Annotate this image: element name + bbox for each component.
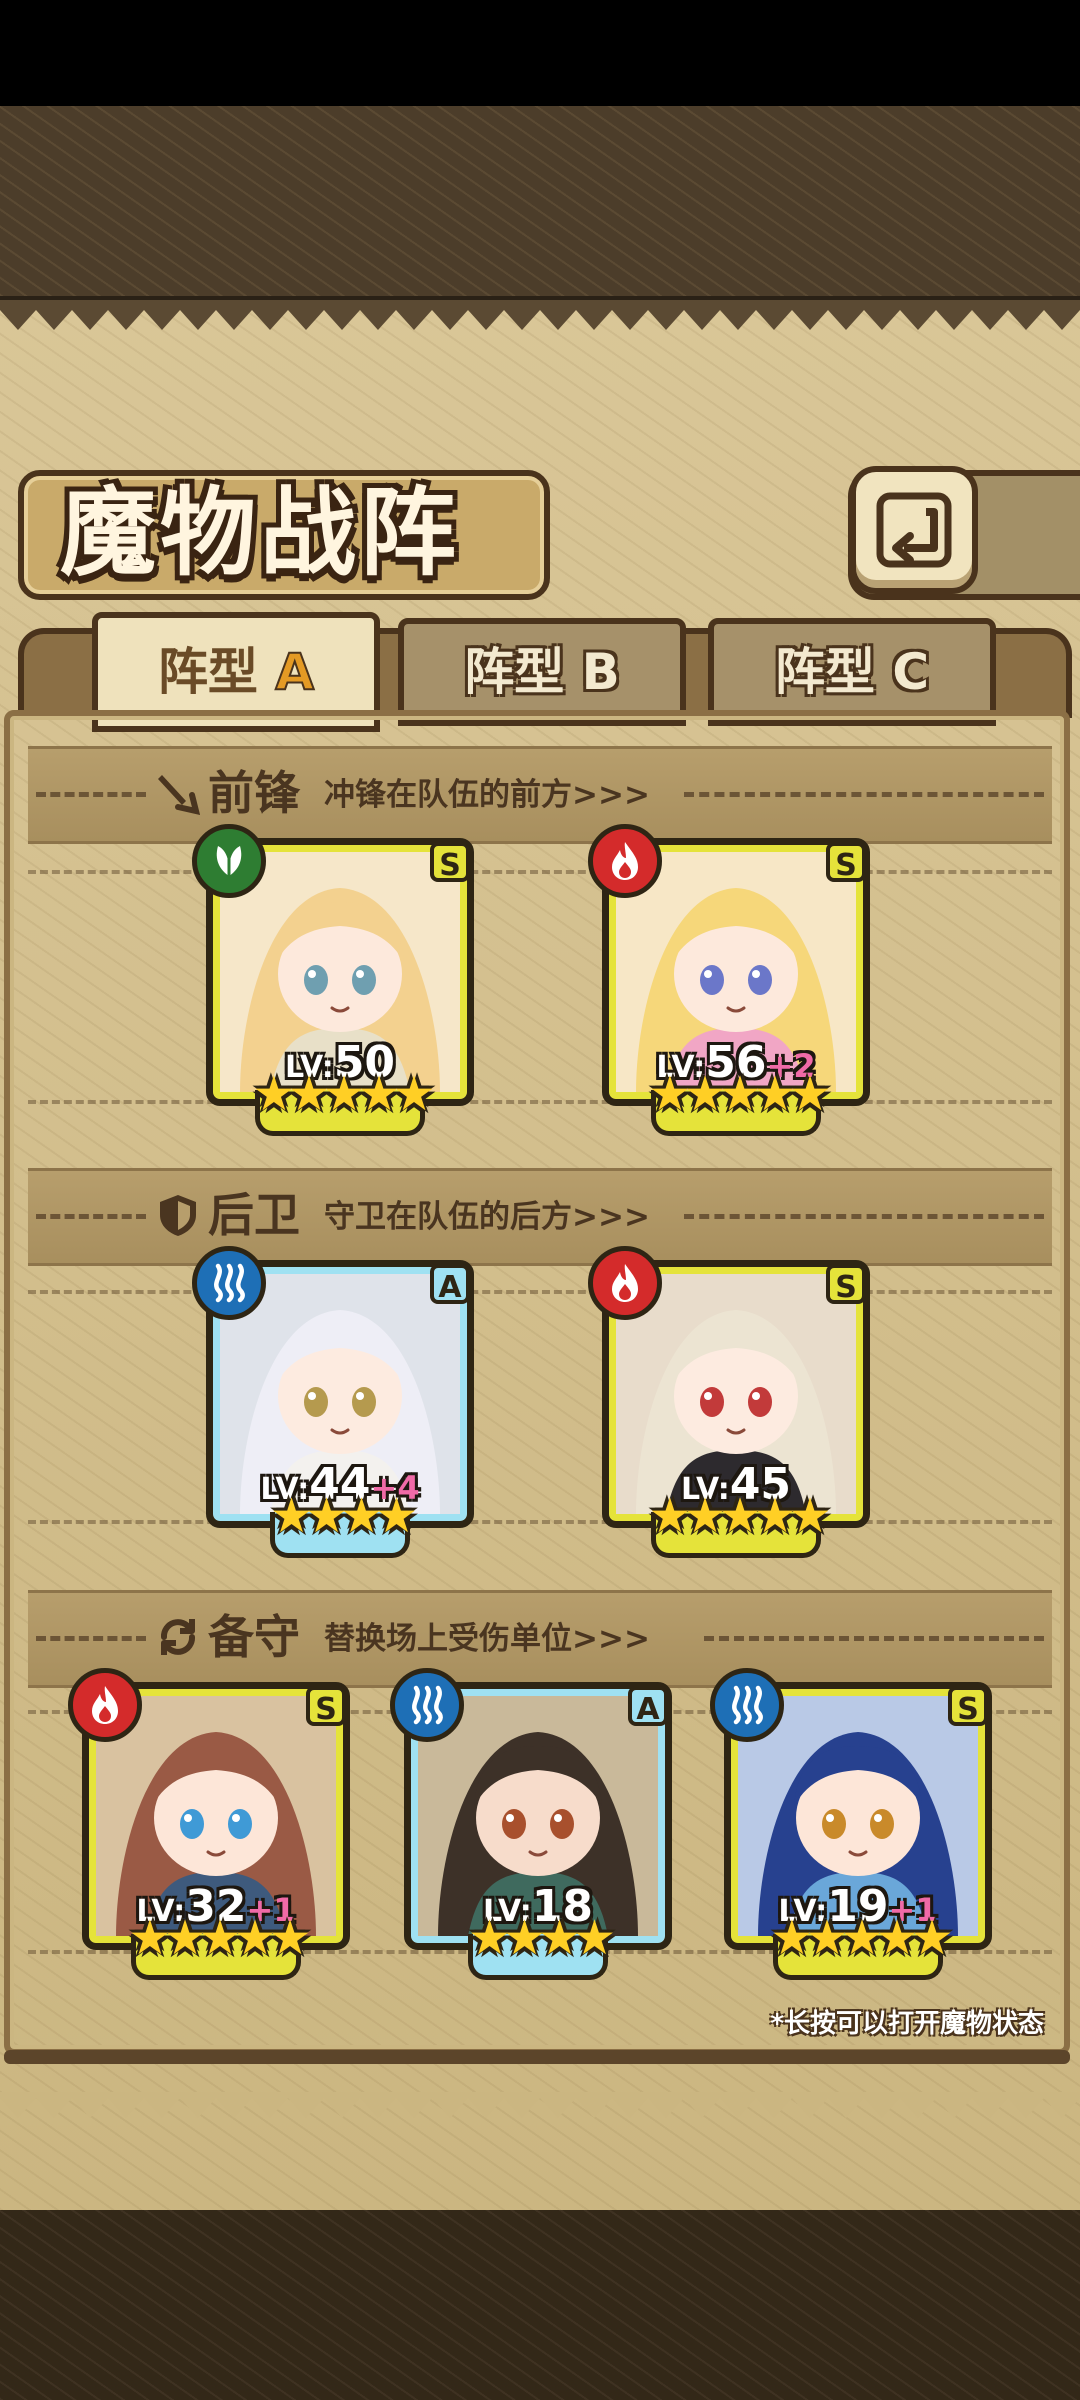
section-reserve-name: 备守 <box>208 1610 300 1664</box>
monster-card-reserve-2[interactable]: A LV:18 ★★★★ <box>390 1668 672 1980</box>
nature-element-icon <box>192 824 266 898</box>
section-front-name: 前锋 <box>208 766 300 820</box>
star-rating: ★★★★★ <box>770 1910 953 1966</box>
rank-badge: S <box>826 842 866 883</box>
rank-badge: S <box>306 1686 346 1727</box>
section-rear-desc: 守卫在队伍的后方>>> <box>324 1199 650 1235</box>
section-front-header: 前锋 冲锋在队伍的前方>>> <box>28 746 1052 844</box>
tab-label: 阵型 <box>464 643 565 701</box>
status-bar <box>0 0 1080 106</box>
rank-badge: S <box>948 1686 988 1727</box>
monster-card-reserve-1[interactable]: S LV:32+1 ★★★★★ <box>68 1668 350 1980</box>
rank-badge: S <box>430 842 470 883</box>
section-reserve-header: 备守 替换场上受伤单位>>> <box>28 1590 1052 1688</box>
star-rating: ★★★★ <box>269 1488 418 1544</box>
panel-bottom-edge <box>0 2092 1080 2118</box>
tab-letter: A <box>274 642 315 702</box>
shield-icon <box>160 1195 196 1236</box>
rank-badge: A <box>430 1264 470 1305</box>
background-map-top <box>0 106 1080 296</box>
background-map-bottom <box>0 2210 1080 2400</box>
star-rating: ★★★★ <box>467 1910 616 1966</box>
water-element-icon <box>390 1668 464 1742</box>
swap-icon <box>161 1619 195 1655</box>
sword-icon <box>158 775 200 815</box>
section-reserve-desc: 替换场上受伤单位>>> <box>324 1621 650 1657</box>
tab-label: 阵型 <box>157 643 258 701</box>
star-rating: ★★★★★ <box>252 1066 435 1122</box>
monster-card-rear-2[interactable]: S LV:45 ★★★★★ <box>588 1246 870 1558</box>
monster-card-rear-1[interactable]: A LV:44+4 ★★★★ <box>192 1246 474 1558</box>
long-press-hint: *长按可以打开魔物状态 <box>770 2009 1044 2039</box>
fire-element-icon <box>68 1668 142 1742</box>
section-rear-header: 后卫 守卫在队伍的后方>>> <box>28 1168 1052 1266</box>
section-rear-name: 后卫 <box>208 1188 300 1242</box>
monster-card-reserve-3[interactable]: S LV:19+1 ★★★★★ <box>710 1668 992 1980</box>
water-element-icon <box>710 1668 784 1742</box>
rank-badge: A <box>628 1686 668 1727</box>
monster-card-front-2[interactable]: S LV:56+2 ★★★★★ <box>588 824 870 1136</box>
tab-letter: C <box>892 643 930 701</box>
fire-element-icon <box>588 1246 662 1320</box>
rank-badge: S <box>826 1264 866 1305</box>
fire-element-icon <box>588 824 662 898</box>
water-element-icon <box>192 1246 266 1320</box>
return-arrow-icon <box>876 492 952 568</box>
star-rating: ★★★★★ <box>128 1910 311 1966</box>
page-title: 魔物战阵 <box>60 477 460 589</box>
monster-card-front-1[interactable]: S LV:50 ★★★★★ <box>192 824 474 1136</box>
panel-top-edge <box>0 300 1080 330</box>
frame-bottom-bar <box>4 2050 1070 2064</box>
section-front-desc: 冲锋在队伍的前方>>> <box>324 777 650 813</box>
star-rating: ★★★★★ <box>648 1488 831 1544</box>
tab-letter: B <box>581 643 620 701</box>
back-button[interactable] <box>850 466 978 594</box>
star-rating: ★★★★★ <box>648 1066 831 1122</box>
tab-label: 阵型 <box>774 643 875 701</box>
